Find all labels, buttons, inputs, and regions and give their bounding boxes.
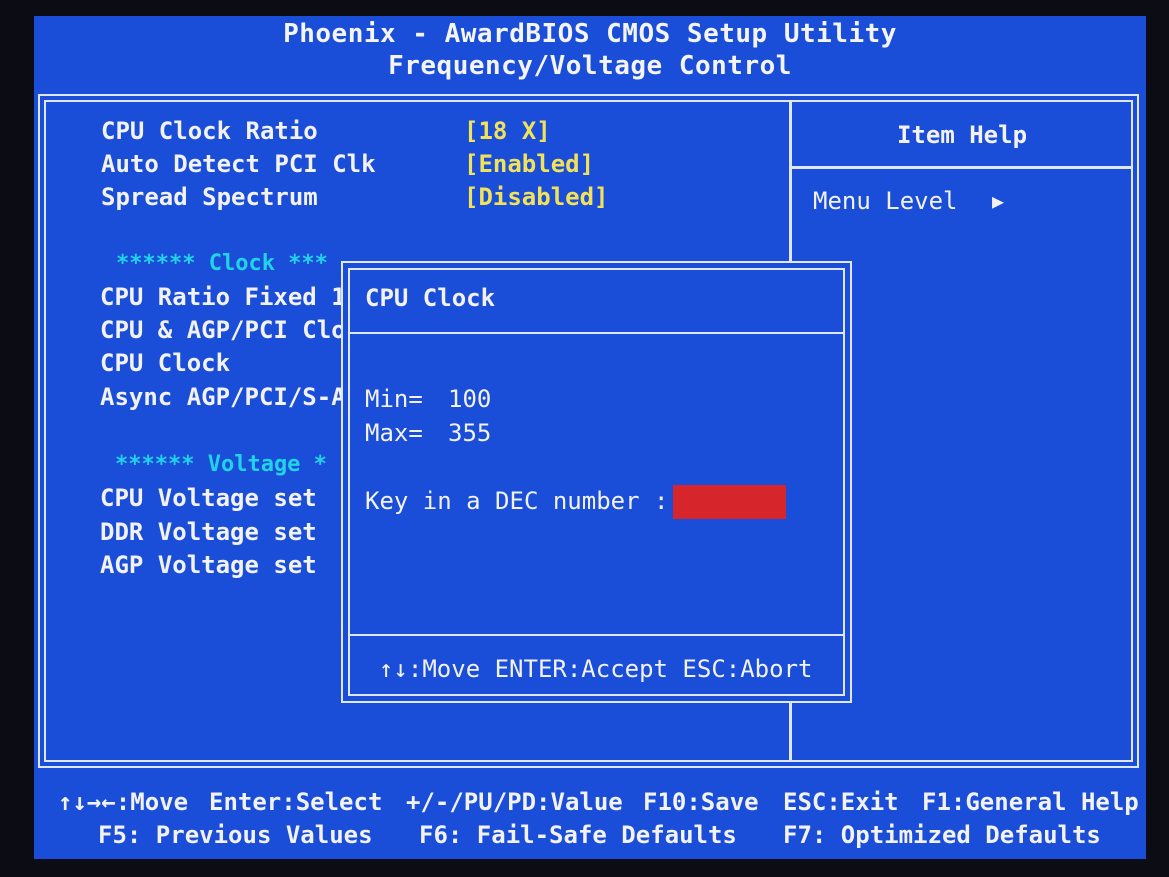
bios-screen: Phoenix - AwardBIOS CMOS Setup Utility F…: [34, 16, 1146, 859]
help-panel-title: Item Help: [896, 121, 1028, 149]
dialog-prompt: Key in a DEC number :: [365, 487, 669, 515]
footer-failsafe-hint: F6: Fail-Safe Defaults: [419, 821, 737, 849]
footer-optimized-hint: F7: Optimized Defaults: [783, 821, 1101, 849]
clock-item-cpu-clock[interactable]: CPU Clock: [100, 348, 230, 378]
dialog-key-hint: ↑↓:Move ENTER:Accept ESC:Abort: [379, 655, 813, 683]
dialog-hint-divider: [350, 634, 843, 636]
page-title: Frequency/Voltage Control: [388, 51, 792, 81]
voltage-item-agp[interactable]: AGP Voltage set: [100, 550, 317, 580]
setting-value-auto-detect-pci[interactable]: [Enabled]: [464, 149, 594, 179]
footer-exit-hint: ESC:Exit: [783, 788, 899, 816]
clock-item-async[interactable]: Async AGP/PCI/S-A: [100, 382, 346, 412]
setting-label-auto-detect-pci[interactable]: Auto Detect PCI Clk: [101, 149, 376, 179]
dialog-max-value: 355: [448, 419, 492, 447]
footer-save-hint: F10:Save: [643, 788, 759, 816]
setting-label-spread-spectrum[interactable]: Spread Spectrum: [101, 182, 318, 212]
setting-label-cpu-clock-ratio[interactable]: CPU Clock Ratio: [101, 116, 318, 146]
dialog-title-divider: [350, 332, 843, 334]
voltage-item-cpu[interactable]: CPU Voltage set: [100, 483, 317, 513]
section-title-clock: ****** Clock ***: [116, 251, 328, 276]
menu-level-label: Menu Level: [813, 187, 958, 215]
dialog-min-label: Min=: [365, 385, 423, 413]
footer-move-hint: ↑↓→←:Move: [58, 788, 189, 816]
app-title: Phoenix - AwardBIOS CMOS Setup Utility: [283, 19, 897, 49]
setting-value-cpu-clock-ratio[interactable]: [18 X]: [464, 116, 551, 146]
clock-item-agp-pci[interactable]: CPU & AGP/PCI Clo: [100, 315, 346, 345]
menu-level-arrow-icon: ▶: [992, 189, 1005, 213]
footer-select-hint: Enter:Select: [209, 788, 383, 816]
dialog-title: CPU Clock: [365, 284, 496, 312]
dialog-min-value: 100: [448, 385, 492, 413]
footer-value-hint: +/-/PU/PD:Value: [406, 788, 623, 816]
clock-item-ratio-fixed[interactable]: CPU Ratio Fixed 1: [100, 282, 346, 312]
section-title-voltage: ****** Voltage *: [115, 452, 327, 477]
setting-value-spread-spectrum[interactable]: [Disabled]: [464, 182, 609, 212]
footer-previous-values-hint: F5: Previous Values: [98, 821, 373, 849]
dialog-max-label: Max=: [365, 419, 423, 447]
footer-help-hint: F1:General Help: [922, 788, 1139, 816]
help-divider: [791, 166, 1133, 169]
dec-number-input[interactable]: [673, 485, 786, 519]
voltage-item-ddr[interactable]: DDR Voltage set: [100, 517, 317, 547]
